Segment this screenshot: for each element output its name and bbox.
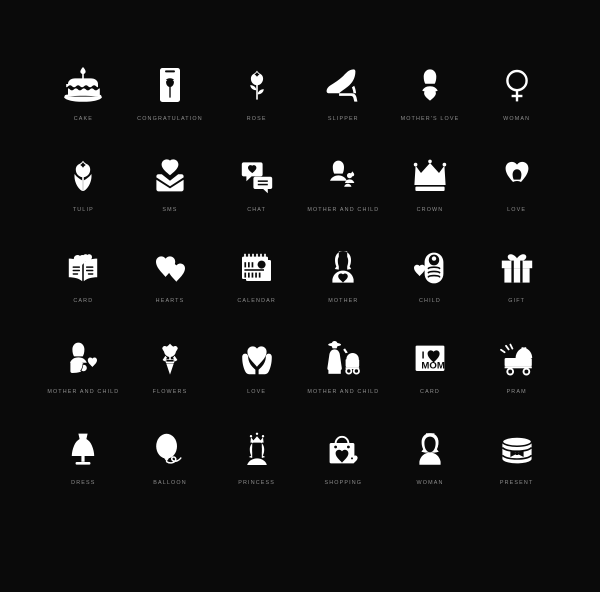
icon-cell-congratulation[interactable]: CONGRATULATION: [127, 58, 214, 149]
mother-holding-baby-icon: [56, 331, 110, 385]
icon-cell-hearts[interactable]: HEARTS: [127, 240, 214, 331]
icon-cell-woman-portrait[interactable]: WOMAN: [387, 422, 474, 513]
icon-cell-mothers-love[interactable]: MOTHER'S LOVE: [387, 58, 474, 149]
flowers-bouquet-icon: [143, 331, 197, 385]
icon-label: LOVE: [247, 389, 267, 395]
icon-label: TULIP: [72, 207, 94, 213]
icon-label: CONGRATULATION: [137, 116, 203, 122]
icon-cell-hands-heart[interactable]: LOVE: [213, 331, 300, 422]
icon-label: CHILD: [419, 298, 441, 304]
child-swaddled-baby-icon: [403, 240, 457, 294]
mothers-love-icon: [403, 58, 457, 112]
icon-cell-woman-symbol[interactable]: WOMAN: [473, 58, 560, 149]
present-round-box-icon: [490, 422, 544, 476]
icon-cell-mother-and-child-1[interactable]: MOTHER AND CHILD: [300, 149, 387, 240]
icon-cell-calendar[interactable]: CALENDAR: [213, 240, 300, 331]
icon-sheet: CAKE CONGRATULATION ROSE SLIPPER MOTHER'…: [0, 0, 600, 592]
tulip-icon: [56, 149, 110, 203]
icon-cell-shopping[interactable]: SHOPPING: [300, 422, 387, 513]
icon-label: ROSE: [246, 116, 267, 122]
icon-cell-princess[interactable]: PRINCESS: [213, 422, 300, 513]
icon-label: GIFT: [508, 298, 526, 304]
congratulation-card-icon: [143, 58, 197, 112]
icon-cell-pram[interactable]: PRAM: [473, 331, 560, 422]
icon-cell-mother-holding-baby[interactable]: MOTHER AND CHILD: [40, 331, 127, 422]
icon-cell-i-love-mom-card[interactable]: I MOM CARD: [387, 331, 474, 422]
icon-label: LOVE: [507, 207, 527, 213]
icon-label: CALENDAR: [237, 298, 276, 304]
icon-label: CHAT: [247, 207, 267, 213]
svg-text:MOM: MOM: [421, 360, 444, 371]
icon-cell-card-open[interactable]: CARD: [40, 240, 127, 331]
gift-box-icon: [490, 240, 544, 294]
icon-cell-dress[interactable]: DRESS: [40, 422, 127, 513]
icon-label: PRESENT: [499, 480, 534, 486]
hearts-icon: [143, 240, 197, 294]
mother-icon: [316, 240, 370, 294]
icon-cell-tulip[interactable]: TULIP: [40, 149, 127, 240]
shopping-bag-heart-icon: [316, 422, 370, 476]
icon-label: DRESS: [71, 480, 96, 486]
icon-label: CAKE: [73, 116, 93, 122]
dress-mannequin-icon: [56, 422, 110, 476]
sms-envelope-heart-icon: [143, 149, 197, 203]
icon-label: BALLOON: [153, 480, 187, 486]
i-love-mom-card-icon: I MOM: [403, 331, 457, 385]
icon-label: SLIPPER: [327, 116, 359, 122]
hands-holding-heart-icon: [230, 331, 284, 385]
icon-label: WOMAN: [503, 116, 531, 122]
icon-cell-love-portrait[interactable]: LOVE: [473, 149, 560, 240]
icon-label: WOMAN: [416, 480, 444, 486]
icon-label: MOTHER: [328, 298, 359, 304]
icon-cell-chat[interactable]: CHAT: [213, 149, 300, 240]
princess-icon: [230, 422, 284, 476]
icon-cell-balloon[interactable]: BALLOON: [127, 422, 214, 513]
slipper-icon: [316, 58, 370, 112]
cake-icon: [56, 58, 110, 112]
icon-cell-child[interactable]: CHILD: [387, 240, 474, 331]
icon-label: CARD: [420, 389, 440, 395]
icon-label: SMS: [162, 207, 178, 213]
icon-cell-rose[interactable]: ROSE: [213, 58, 300, 149]
icon-cell-present[interactable]: PRESENT: [473, 422, 560, 513]
love-heart-portrait-icon: [490, 149, 544, 203]
balloon-icon: [143, 422, 197, 476]
icon-cell-sms[interactable]: SMS: [127, 149, 214, 240]
icon-label: MOTHER AND CHILD: [307, 207, 380, 213]
chat-bubbles-icon: [230, 149, 284, 203]
rose-icon: [230, 58, 284, 112]
icon-label: PRAM: [506, 389, 527, 395]
icon-cell-flowers[interactable]: FLOWERS: [127, 331, 214, 422]
crown-icon: [403, 149, 457, 203]
icon-grid: CAKE CONGRATULATION ROSE SLIPPER MOTHER'…: [0, 58, 600, 513]
mother-with-pram-icon: [316, 331, 370, 385]
icon-cell-cake[interactable]: CAKE: [40, 58, 127, 149]
icon-label: CROWN: [416, 207, 444, 213]
icon-label: SHOPPING: [324, 480, 363, 486]
woman-venus-symbol-icon: [490, 58, 544, 112]
icon-cell-gift[interactable]: GIFT: [473, 240, 560, 331]
icon-cell-mother[interactable]: MOTHER: [300, 240, 387, 331]
icon-label: MOTHER'S LOVE: [400, 116, 460, 122]
icon-cell-slipper[interactable]: SLIPPER: [300, 58, 387, 149]
card-open-hearts-icon: [56, 240, 110, 294]
icon-label: PRINCESS: [238, 480, 276, 486]
icon-cell-mother-with-pram[interactable]: MOTHER AND CHILD: [300, 331, 387, 422]
calendar-icon: [230, 240, 284, 294]
icon-label: CARD: [73, 298, 94, 304]
icon-cell-crown[interactable]: CROWN: [387, 149, 474, 240]
icon-label: MOTHER AND CHILD: [47, 389, 120, 395]
woman-portrait-icon: [403, 422, 457, 476]
mother-and-child-icon: [316, 149, 370, 203]
icon-label: MOTHER AND CHILD: [307, 389, 380, 395]
icon-label: FLOWERS: [152, 389, 188, 395]
pram-icon: [490, 331, 544, 385]
icon-label: HEARTS: [155, 298, 185, 304]
